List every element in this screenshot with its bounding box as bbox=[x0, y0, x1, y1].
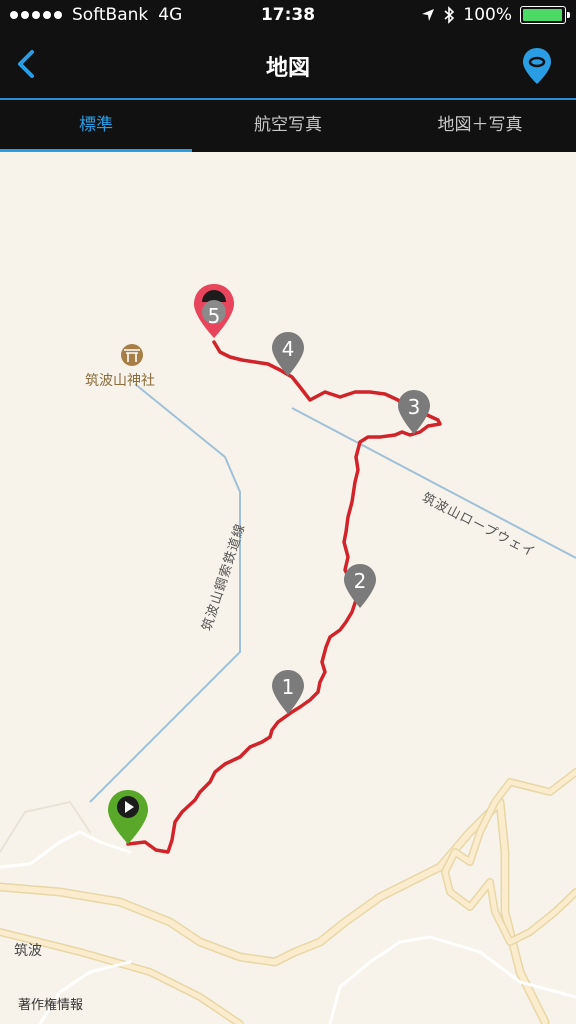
waypoint-marker[interactable]: 2 bbox=[338, 562, 382, 620]
waypoint-4-label: 4 bbox=[281, 337, 295, 361]
waypoint-3-label: 3 bbox=[407, 395, 421, 419]
start-marker[interactable] bbox=[106, 788, 150, 846]
shrine-label: 筑波山神社 bbox=[85, 373, 155, 389]
tab-aerial[interactable]: 航空写真 bbox=[192, 100, 384, 152]
play-icon bbox=[108, 790, 148, 844]
waypoint-1-label: 1 bbox=[281, 675, 295, 699]
waypoint-marker[interactable]: 1 bbox=[266, 668, 310, 726]
waypoint-marker[interactable]: 4 bbox=[266, 330, 310, 388]
roads bbox=[0, 768, 576, 1024]
map-type-tabs: 標準 航空写真 地図＋写真 bbox=[0, 100, 576, 152]
page-title: 地図 bbox=[265, 56, 310, 81]
copyright-link[interactable]: 著作権情報 bbox=[18, 994, 83, 1013]
tab-map-aerial[interactable]: 地図＋写真 bbox=[384, 100, 576, 152]
map-view[interactable]: 筑波山神社 筑波山ロープウェイ 筑波山鋼索鉄道線 筑波 著作権情報 5 4 3 … bbox=[0, 152, 576, 1024]
bluetooth-icon bbox=[444, 6, 455, 24]
waypoint-marker[interactable]: 3 bbox=[392, 388, 436, 446]
navigation-bar: 地図 bbox=[0, 32, 576, 98]
minor-road-3 bbox=[38, 960, 132, 1024]
end-marker[interactable]: 5 bbox=[192, 282, 236, 340]
status-right: 100% bbox=[421, 5, 570, 25]
waypoint-2-label: 2 bbox=[353, 569, 367, 593]
waypoint-5-label: 5 bbox=[207, 304, 221, 328]
map-pin-icon[interactable] bbox=[520, 46, 554, 86]
shrine-icon[interactable] bbox=[121, 344, 143, 366]
area-label: 筑波 bbox=[14, 943, 42, 959]
main-road-outline bbox=[0, 797, 550, 1024]
location-arrow-icon bbox=[422, 9, 435, 21]
tab-standard[interactable]: 標準 bbox=[0, 100, 192, 152]
status-bar: SoftBank 4G 17:38 100% bbox=[0, 0, 576, 32]
map-canvas bbox=[0, 340, 576, 1024]
minor-road-4 bbox=[0, 801, 91, 853]
battery-percent: 100% bbox=[463, 5, 512, 25]
battery-icon bbox=[520, 6, 570, 24]
